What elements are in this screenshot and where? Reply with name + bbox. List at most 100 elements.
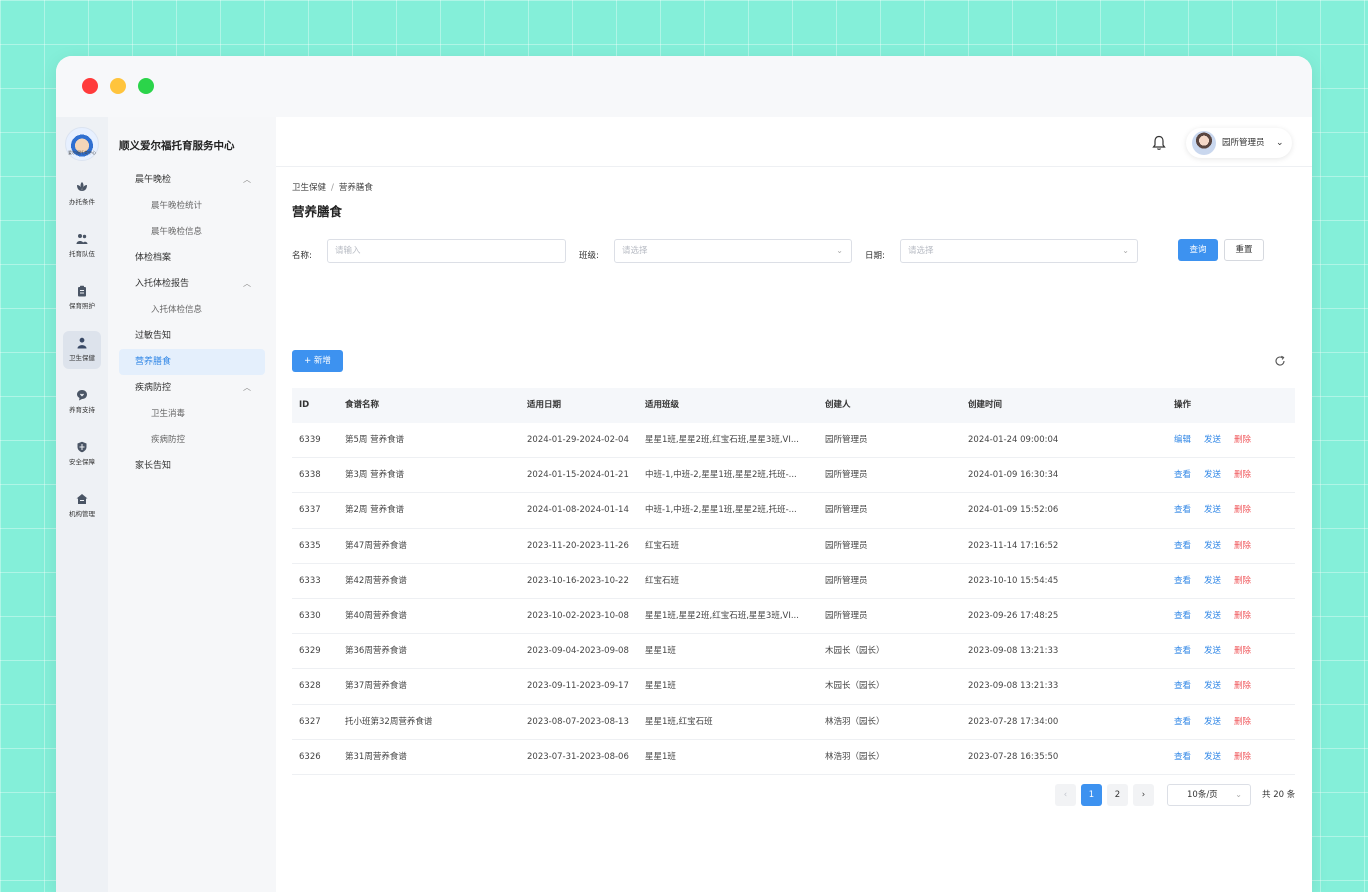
menu-item-disease-prevention[interactable]: 疾病防控 xyxy=(119,427,265,453)
view-button[interactable]: 查看 xyxy=(1174,705,1191,739)
menu-item-admission-report[interactable]: 入托体检报告 ︿ xyxy=(119,271,265,297)
cell-id: 6339 xyxy=(299,435,321,445)
view-button[interactable]: 查看 xyxy=(1174,669,1191,703)
delete-button[interactable]: 删除 xyxy=(1234,458,1251,492)
user-name: 园所管理员 xyxy=(1222,138,1265,148)
reset-button[interactable]: 重置 xyxy=(1224,239,1264,261)
rail-item-care[interactable]: 保育照护 xyxy=(63,279,101,317)
cell-creator: 林浩羽（园长） xyxy=(825,716,885,727)
cell-date: 2023-10-02-2023-10-08 xyxy=(527,610,629,621)
minimize-window-button[interactable] xyxy=(110,78,126,94)
rail-label: 养育支持 xyxy=(69,406,95,414)
delete-button[interactable]: 删除 xyxy=(1234,669,1251,703)
send-button[interactable]: 发送 xyxy=(1204,423,1221,457)
cell-id: 6337 xyxy=(299,505,321,516)
delete-button[interactable]: 删除 xyxy=(1234,599,1251,633)
menu-item-label: 入托体检报告 xyxy=(135,279,190,289)
date-filter-select[interactable]: 请选择 ⌄ xyxy=(900,239,1138,263)
add-button[interactable]: + 新增 xyxy=(292,350,343,372)
logo xyxy=(65,127,99,161)
delete-button[interactable]: 删除 xyxy=(1234,740,1251,774)
menu-item-disease-control[interactable]: 疾病防控 ︿ xyxy=(119,375,265,401)
rail-label: 安全保障 xyxy=(69,458,95,466)
edit-button[interactable]: 编辑 xyxy=(1174,423,1191,457)
delete-button[interactable]: 删除 xyxy=(1234,564,1251,598)
delete-button[interactable]: 删除 xyxy=(1234,705,1251,739)
menu-item-label: 过敏告知 xyxy=(135,331,172,341)
menu-item-allergy[interactable]: 过敏告知 xyxy=(119,323,265,349)
menu-item-daily-check-info[interactable]: 晨午晚检信息 xyxy=(119,219,265,245)
view-button[interactable]: 查看 xyxy=(1174,564,1191,598)
page-button-1[interactable]: 1 xyxy=(1081,784,1102,806)
view-button[interactable]: 查看 xyxy=(1174,599,1191,633)
cell-creator: 林浩羽（园长） xyxy=(825,751,885,762)
cell-classes: 红宝石班 xyxy=(645,540,680,551)
logo-text: 爱尔福托育中心 xyxy=(68,150,96,155)
prev-page-button[interactable]: ‹ xyxy=(1055,784,1076,806)
cell-date: 2023-10-16-2023-10-22 xyxy=(527,575,629,586)
rail-item-health[interactable]: 卫生保健 xyxy=(63,331,101,369)
maximize-window-button[interactable] xyxy=(138,78,154,94)
send-button[interactable]: 发送 xyxy=(1204,634,1221,668)
menu-item-daily-check-stats[interactable]: 晨午晚检统计 xyxy=(119,193,265,219)
cell-id: 6327 xyxy=(299,716,321,727)
lotus-icon xyxy=(77,182,87,191)
menu-item-label: 疾病防控 xyxy=(135,383,172,393)
view-button[interactable]: 查看 xyxy=(1174,634,1191,668)
table-row: 6335 第47周营养食谱 2023-11-20-2023-11-26 红宝石班 园所管… xyxy=(292,529,1295,564)
cell-creator: 园所管理员 xyxy=(825,470,868,481)
delete-button[interactable]: 删除 xyxy=(1234,634,1251,668)
avatar xyxy=(1192,131,1216,155)
view-button[interactable]: 查看 xyxy=(1174,740,1191,774)
menu-item-physical-records[interactable]: 体检档案 xyxy=(119,245,265,271)
delete-button[interactable]: 删除 xyxy=(1234,529,1251,563)
name-filter-label: 名称: xyxy=(292,251,312,261)
rail-item-team[interactable]: 托育队伍 xyxy=(63,227,101,265)
cell-created: 2023-11-14 17:16:52 xyxy=(968,540,1059,551)
view-button[interactable]: 查看 xyxy=(1174,529,1191,563)
cell-creator: 园所管理员 xyxy=(825,575,868,586)
send-button[interactable]: 发送 xyxy=(1204,669,1221,703)
send-button[interactable]: 发送 xyxy=(1204,564,1221,598)
breadcrumb-parent[interactable]: 卫生保健 xyxy=(292,183,326,193)
recipe-table: ID 食谱名称 适用日期 适用班级 创建人 创建时间 操作 6339 第5周 营养… xyxy=(292,388,1295,775)
next-page-button[interactable]: › xyxy=(1133,784,1154,806)
bell-icon[interactable] xyxy=(1152,135,1166,151)
page-size-select[interactable]: 10条/页 ⌄ xyxy=(1167,784,1251,806)
window-titlebar xyxy=(56,56,1312,117)
send-button[interactable]: 发送 xyxy=(1204,740,1221,774)
name-filter-input[interactable]: 请输入 xyxy=(327,239,566,263)
view-button[interactable]: 查看 xyxy=(1174,493,1191,527)
cell-creator: 园所管理员 xyxy=(825,435,868,445)
page-button-2[interactable]: 2 xyxy=(1107,784,1128,806)
send-button[interactable]: 发送 xyxy=(1204,705,1221,739)
cell-date: 2023-07-31-2023-08-06 xyxy=(527,751,629,762)
table-body: 6339 第5周 营养食谱 2024-01-29-2024-02-04 星星1班,星星… xyxy=(292,423,1295,775)
close-window-button[interactable] xyxy=(82,78,98,94)
rail-item-safety[interactable]: 安全保障 xyxy=(63,435,101,473)
cell-date: 2024-01-08-2024-01-14 xyxy=(527,505,629,516)
delete-button[interactable]: 删除 xyxy=(1234,493,1251,527)
search-button[interactable]: 查询 xyxy=(1178,239,1218,261)
menu-item-daily-check[interactable]: 晨午晚检 ︿ xyxy=(119,167,265,193)
cell-name: 第36周营养食谱 xyxy=(345,646,407,657)
menu-item-disinfection[interactable]: 卫生消毒 xyxy=(119,401,265,427)
refresh-icon[interactable] xyxy=(1274,355,1286,367)
menu-item-admission-info[interactable]: 入托体检信息 xyxy=(119,297,265,323)
menu-item-label: 卫生消毒 xyxy=(151,409,186,419)
chevron-up-icon: ︿ xyxy=(243,279,251,288)
delete-button[interactable]: 删除 xyxy=(1234,423,1251,457)
class-filter-select[interactable]: 请选择 ⌄ xyxy=(614,239,852,263)
send-button[interactable]: 发送 xyxy=(1204,599,1221,633)
rail-item-conditions[interactable]: 办托条件 xyxy=(63,175,101,213)
send-button[interactable]: 发送 xyxy=(1204,458,1221,492)
class-filter-placeholder: 请选择 xyxy=(622,246,648,256)
rail-item-org[interactable]: 机构管理 xyxy=(63,487,101,525)
user-menu[interactable]: 园所管理员 ⌄ xyxy=(1186,128,1292,158)
view-button[interactable]: 查看 xyxy=(1174,458,1191,492)
rail-item-support[interactable]: 养育支持 xyxy=(63,383,101,421)
menu-item-parent-notice[interactable]: 家长告知 xyxy=(119,453,265,479)
send-button[interactable]: 发送 xyxy=(1204,529,1221,563)
send-button[interactable]: 发送 xyxy=(1204,493,1221,527)
menu-item-nutrition[interactable]: 营养膳食 xyxy=(119,349,265,375)
